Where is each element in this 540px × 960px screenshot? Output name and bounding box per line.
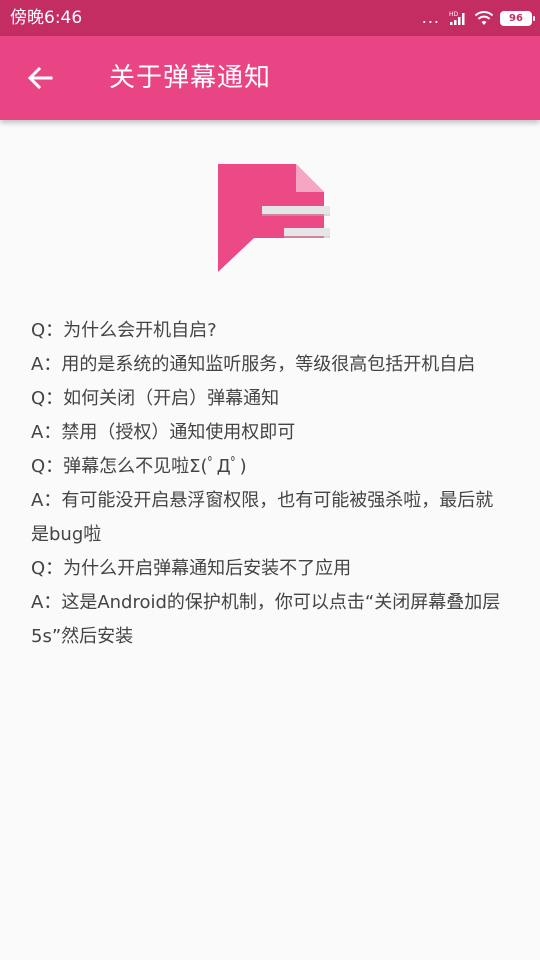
wifi-icon	[474, 11, 494, 25]
status-icons: ... HD 96	[421, 8, 535, 28]
faq-list: Q：为什么会开机自启? A：用的是系统的通知监听服务，等级很高包括开机自启 Q：…	[31, 314, 511, 654]
faq-question: Q：如何关闭（开启）弹幕通知	[31, 388, 280, 409]
more-notifications-icon: ...	[421, 8, 440, 27]
battery-icon: 96	[500, 10, 535, 26]
faq-answer: A：禁用（授权）通知使用权即可	[31, 422, 296, 443]
faq-question: Q：为什么开启弹幕通知后安装不了应用	[31, 558, 352, 579]
faq-question: Q：弹幕怎么不见啦Σ(ﾟДﾟ)	[31, 456, 247, 477]
arrow-back-icon	[27, 66, 53, 90]
app-bar: 关于弹幕通知	[0, 36, 540, 120]
page-title: 关于弹幕通知	[109, 63, 272, 93]
signal-icon: HD	[449, 11, 465, 25]
status-time: 傍晚6:46	[10, 8, 83, 28]
back-button[interactable]	[20, 58, 60, 98]
faq-answer: A：有可能没开启悬浮窗权限，也有可能被强杀啦，最后就是bug啦	[31, 490, 494, 545]
status-bar: 傍晚6:46 ... HD 96	[0, 0, 540, 36]
hd-badge: HD	[449, 11, 459, 18]
faq-question: Q：为什么会开机自启?	[31, 320, 217, 341]
faq-answer: A：用的是系统的通知监听服务，等级很高包括开机自启	[31, 354, 476, 375]
danmaku-notification-logo	[218, 164, 330, 272]
faq-answer: A：这是Android的保护机制，你可以点击“关闭屏幕叠加层5s”然后安装	[31, 592, 501, 647]
